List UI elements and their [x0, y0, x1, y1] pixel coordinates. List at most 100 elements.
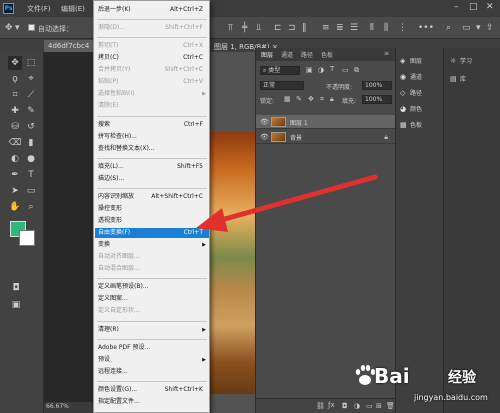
visibility-eye-icon[interactable]: 👁︎ — [260, 133, 269, 141]
menu-item-clear[interactable]: 清除(E) — [95, 101, 209, 111]
move-tool-icon[interactable]: ✥ — [8, 56, 22, 70]
align-top-icon[interactable]: ⫪ — [228, 23, 233, 33]
panel-button-paths[interactable]: ◇ 路径 — [400, 88, 422, 100]
distribute-center-icon[interactable]: ⫼ — [384, 23, 388, 33]
history-brush-icon[interactable]: ↺ — [24, 120, 38, 134]
gradient-tool-icon[interactable]: ▮ — [24, 136, 38, 150]
filter-smart-icon[interactable]: ⧉ — [354, 66, 359, 75]
menu-item-search[interactable]: 搜索 Ctrl+F — [95, 120, 209, 130]
link-layers-icon[interactable]: ⛓ — [316, 402, 325, 410]
healing-brush-icon[interactable]: ✚ — [8, 104, 22, 118]
menu-edit[interactable]: 编辑(E) — [61, 4, 85, 14]
layer-name[interactable]: 图层 1 — [290, 118, 308, 127]
menu-item-find-replace[interactable]: 查找和替换文本(X)... — [95, 144, 209, 154]
menu-item-auto-blend[interactable]: 自动混合图层... — [95, 264, 209, 274]
menu-item-free-transform[interactable]: 自由变换(F) Ctrl+T — [95, 228, 209, 238]
more-icon[interactable]: ••• — [418, 23, 434, 33]
minimize-icon[interactable]: – — [454, 2, 459, 12]
eraser-icon[interactable]: ⌫ — [8, 136, 22, 150]
lock-position-icon[interactable]: ✥ — [308, 95, 314, 103]
layer-row-selected[interactable]: 👁︎ 图层 1 — [256, 115, 396, 129]
magic-wand-icon[interactable]: ⌖ — [24, 72, 38, 86]
type-tool-icon[interactable]: T — [24, 168, 38, 182]
panel-button-layers[interactable]: ◈ 图层 — [400, 56, 422, 68]
menu-item-define-shape[interactable]: 定义自定形状... — [95, 306, 209, 316]
brush-tool-icon[interactable]: ✎ — [24, 104, 38, 118]
panel-button-swatches[interactable]: ▦ 色板 — [400, 120, 422, 132]
menu-item-pdf-presets[interactable]: Adobe PDF 预设... — [95, 343, 209, 353]
maximize-icon[interactable]: □ — [469, 2, 478, 12]
lock-all-icon[interactable]: 🔒︎ — [330, 95, 334, 104]
menu-item-fade[interactable]: 渐隐(D)... Shift+Ctrl+F — [95, 23, 209, 33]
lasso-tool-icon[interactable]: ϙ — [8, 72, 22, 86]
path-selection-icon[interactable]: ➤ — [8, 184, 22, 198]
menu-item-color-settings[interactable]: 颜色设置(G)... Shift+Ctrl+K — [95, 385, 209, 395]
share-icon[interactable]: ⇪ — [486, 23, 494, 33]
crop-tool-icon[interactable]: ⌗ — [8, 88, 22, 102]
menu-item-fill[interactable]: 填充(L)... Shift+F5 — [95, 162, 209, 172]
filter-adjust-icon[interactable]: ◑ — [318, 66, 324, 74]
filter-shape-icon[interactable]: ▭ — [342, 66, 349, 74]
tab-paths[interactable]: 路径 — [301, 50, 313, 59]
zoom-tool-icon[interactable]: ⌕ — [24, 200, 38, 214]
menu-item-cut[interactable]: 剪切(T) Ctrl+X — [95, 41, 209, 51]
panel-menu-icon[interactable]: ≡ — [384, 50, 389, 57]
lock-artboard-icon[interactable]: ⌗ — [320, 95, 324, 104]
menu-item-auto-align[interactable]: 自动对齐图层... — [95, 252, 209, 262]
menu-item-transform[interactable]: 变换 ▶ — [95, 240, 209, 250]
visibility-eye-icon[interactable]: 👁︎ — [260, 118, 269, 126]
background-color-swatch[interactable] — [19, 230, 35, 246]
menu-item-paste-special[interactable]: 选择性粘贴(I) ▶ — [95, 89, 209, 99]
lock-pixels-icon[interactable]: ▦ — [284, 95, 291, 103]
panel-button-color[interactable]: ◕ 颜色 — [400, 104, 422, 116]
align-center-icon[interactable]: ⊐ — [288, 23, 296, 33]
eyedropper-icon[interactable]: ⟋ — [24, 88, 38, 102]
align-middle-icon[interactable]: ╪ — [242, 23, 247, 33]
zoom-level[interactable]: 66.67% — [46, 403, 69, 410]
panel-button-learn[interactable]: ☼ 学习 — [450, 56, 472, 68]
auto-select-checkbox[interactable] — [28, 24, 35, 31]
menu-item-assign-profile[interactable]: 指定配置文件... — [95, 397, 209, 407]
clone-stamp-icon[interactable]: ⛁ — [8, 120, 22, 134]
menu-item-purge[interactable]: 清理(R) ▶ — [95, 325, 209, 335]
blur-tool-icon[interactable]: ◐ — [8, 152, 22, 166]
blend-mode-select[interactable]: 正常 — [260, 81, 304, 90]
move-tool-icon[interactable]: ✥ — [5, 23, 13, 33]
menu-item-puppet-warp[interactable]: 操控变形 — [95, 204, 209, 214]
dodge-tool-icon[interactable]: ● — [24, 152, 38, 166]
tab-channels[interactable]: 通道 — [281, 50, 293, 59]
distribute-left-icon[interactable]: ⫴ — [370, 23, 374, 33]
close-icon[interactable]: ✕ — [486, 2, 494, 12]
hand-tool-icon[interactable]: ✋ — [8, 200, 22, 214]
filter-type-icon[interactable]: T — [330, 65, 334, 73]
menu-item-remote-connections[interactable]: 远程连接... — [95, 367, 209, 377]
distribute-bottom-icon[interactable]: ☰ — [350, 23, 358, 33]
align-left-icon[interactable]: ⊏ — [274, 23, 282, 33]
opacity-input[interactable]: 100% — [362, 81, 392, 90]
panel-button-libraries[interactable]: ▤ 库 — [450, 74, 466, 86]
layer-row[interactable]: 👁︎ 背景 🔒︎ — [256, 130, 396, 144]
pen-tool-icon[interactable]: ✒ — [8, 168, 22, 182]
tab-swatches[interactable]: 色板 — [321, 50, 333, 59]
menu-file[interactable]: 文件(F) — [27, 4, 51, 14]
fill-input[interactable]: 100% — [362, 95, 392, 104]
menu-item-define-pattern[interactable]: 定义图案... — [95, 294, 209, 304]
panel-button-channels[interactable]: ◉ 通道 — [400, 72, 422, 84]
filter-pixel-icon[interactable]: ▣ — [306, 66, 313, 74]
align-right-icon[interactable]: ‖ — [302, 23, 307, 33]
menu-item-copy-merged[interactable]: 合并拷贝(Y) Shift+Ctrl+C — [95, 65, 209, 75]
distribute-top-icon[interactable]: ≡ — [322, 23, 330, 33]
screen-mode-icon[interactable]: ▣ — [9, 298, 23, 312]
shape-tool-icon[interactable]: ▭ — [24, 184, 38, 198]
distribute-middle-icon[interactable]: ≣ — [336, 23, 344, 33]
menu-item-perspective-warp[interactable]: 透视变形 — [95, 216, 209, 226]
autumn-forest-photo[interactable] — [209, 132, 255, 394]
lock-paint-icon[interactable]: ✎ — [296, 95, 302, 103]
chevron-down-icon[interactable]: ▾ — [476, 23, 481, 33]
align-bottom-icon[interactable]: ⫫ — [256, 23, 261, 33]
chevron-down-icon[interactable]: ▾ — [15, 23, 20, 33]
menu-item-content-aware-scale[interactable]: 内容识别缩放 Alt+Shift+Ctrl+C — [95, 192, 209, 202]
quick-mask-icon[interactable]: ◘ — [9, 281, 23, 295]
layer-kind-filter[interactable]: ⌕ 类型 — [260, 66, 300, 75]
menu-item-step-backward[interactable]: 后退一步(K) Alt+Ctrl+Z — [95, 5, 209, 15]
